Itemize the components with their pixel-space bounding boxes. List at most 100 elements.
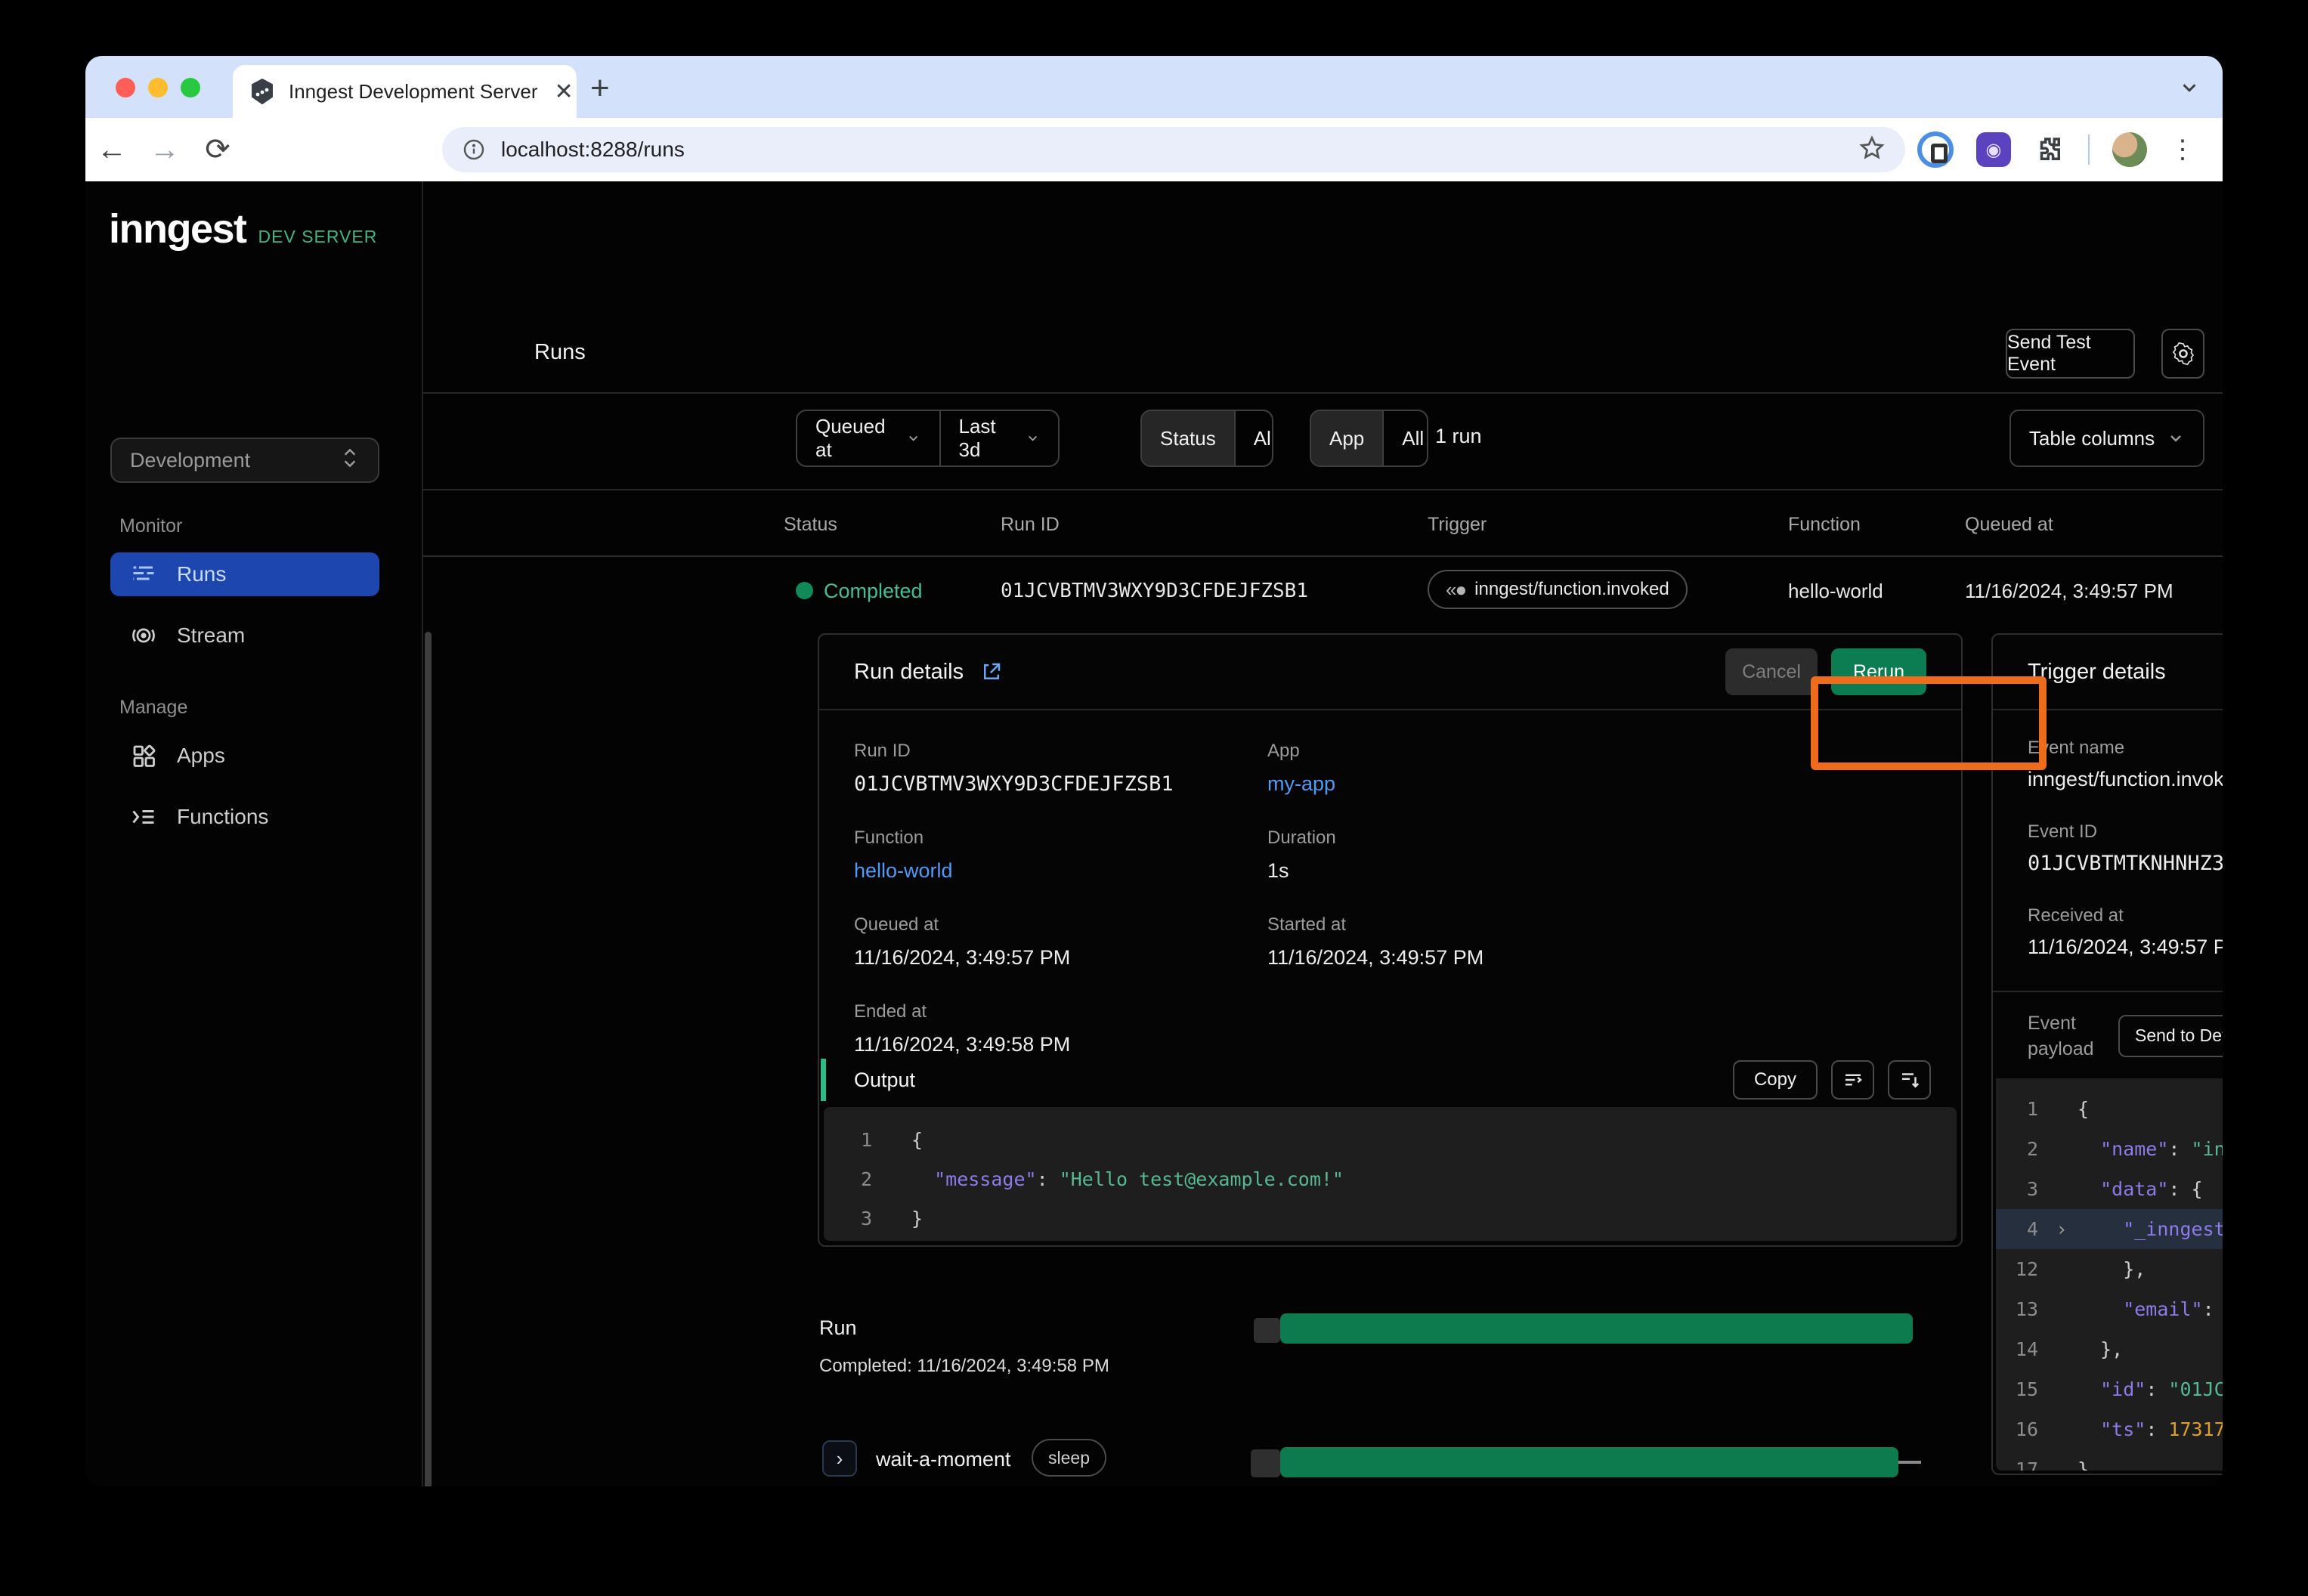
apps-icon xyxy=(130,742,157,769)
main-scrollbar[interactable] xyxy=(425,632,432,1486)
extension-icon[interactable]: ◉ xyxy=(1976,132,2011,167)
send-test-event-button[interactable]: Send Test Event xyxy=(2006,329,2135,379)
code-line: 15 "id": "01JCVBTMTKR41S8STTKEXSKX6C", xyxy=(1996,1369,2223,1409)
code-line: 1 { xyxy=(824,1121,1957,1160)
profile-avatar[interactable] xyxy=(2112,132,2147,167)
code-token: 1731790197587 xyxy=(2168,1409,2223,1449)
settings-gear-button[interactable] xyxy=(2161,329,2204,379)
send-to-dev-server-button[interactable]: Send to Dev Server xyxy=(2118,1015,2223,1057)
table-columns-label: Table columns xyxy=(2029,427,2155,450)
forward-button[interactable]: → xyxy=(138,133,191,167)
app-filter-label: App xyxy=(1311,411,1382,466)
run-count: 1 run xyxy=(1435,425,1482,448)
col-queued-at: Queued at xyxy=(1965,514,2053,536)
fullscreen-window-button[interactable] xyxy=(181,78,200,97)
code-line: 4› "_inngest": {⋯ xyxy=(1996,1209,2223,1249)
sidebar-item-runs[interactable]: Runs xyxy=(110,552,379,596)
row-status: Completed xyxy=(824,580,923,603)
line-number: 3 xyxy=(824,1199,880,1239)
code-token: : { xyxy=(2168,1169,2202,1209)
stream-icon xyxy=(130,622,157,649)
url-text: localhost:8288/runs xyxy=(501,138,685,162)
line-number: 13 xyxy=(1996,1289,2046,1329)
fold-gutter xyxy=(880,1121,911,1160)
fold-gutter xyxy=(2046,1129,2078,1169)
browser-window: Inngest Development Server ✕ + ← → ⟳ loc… xyxy=(85,56,2223,1486)
trigger-detail-field: Received at11/16/2024, 3:49:57 PM xyxy=(2028,905,2223,959)
sidebar-item-functions[interactable]: Functions xyxy=(110,795,379,839)
line-number: 14 xyxy=(1996,1329,2046,1369)
time-filter[interactable]: Queued at Last 3d xyxy=(796,410,1060,467)
new-tab-button[interactable]: + xyxy=(590,70,610,107)
word-wrap-icon[interactable] xyxy=(1831,1060,1874,1100)
tab-close-icon[interactable]: ✕ xyxy=(552,79,577,105)
close-window-button[interactable] xyxy=(116,78,135,97)
code-line: 16 "ts": 1731790197587 xyxy=(1996,1409,2223,1449)
sidebar-item-label: Stream xyxy=(177,623,245,648)
filters-divider xyxy=(423,489,2223,490)
run-detail-field: Appmy-app xyxy=(1267,741,1926,796)
field-value-link[interactable]: my-app xyxy=(1267,772,1926,796)
tab-search-chevron-icon[interactable] xyxy=(2173,73,2206,103)
code-token: "01JCVBTMTKR41S8STTKEXSKX6C" xyxy=(2168,1369,2223,1409)
back-button[interactable]: ← xyxy=(85,133,138,167)
step-timeline-bar[interactable] xyxy=(1280,1447,1898,1477)
code-line: 12 }, xyxy=(1996,1249,2223,1289)
row-queued-at: 11/16/2024, 3:49:57 PM xyxy=(1965,580,2173,603)
line-number: 2 xyxy=(824,1160,880,1199)
status-filter-value[interactable]: All xyxy=(1234,411,1273,466)
output-accent-bar xyxy=(821,1059,826,1101)
app-filter[interactable]: App All xyxy=(1310,410,1428,467)
sidebar-item-label: Functions xyxy=(177,805,268,829)
table-columns-button[interactable]: Table columns xyxy=(2009,410,2204,467)
status-filter[interactable]: Status All xyxy=(1140,410,1273,467)
expand-lines-icon[interactable] xyxy=(1888,1060,1931,1100)
run-details-fields: Run ID01JCVBTMV3WXY9D3CFDEJFZSB1Appmy-ap… xyxy=(819,710,1961,1059)
step-expand-chevron[interactable]: › xyxy=(822,1440,857,1477)
minimize-window-button[interactable] xyxy=(148,78,168,97)
browser-tab[interactable]: Inngest Development Server ✕ xyxy=(233,65,577,118)
payload-code-block[interactable]: 1 {2 "name": "inngest/function.invoked",… xyxy=(1996,1078,2223,1471)
fold-chevron-icon[interactable]: › xyxy=(2046,1209,2078,1249)
code-token: "Hello test@example.com!" xyxy=(1060,1160,1344,1199)
sidebar-item-stream[interactable]: Stream xyxy=(110,614,379,657)
timeline-run-label: Run xyxy=(819,1316,857,1340)
cancel-button[interactable]: Cancel xyxy=(1725,648,1818,695)
sidebar-item-apps[interactable]: Apps xyxy=(110,734,379,778)
trigger-details-fields: Event nameinngest/function.invokedEvent … xyxy=(1993,710,2223,989)
toolbar-divider xyxy=(2088,135,2090,165)
status-filter-label: Status xyxy=(1142,411,1234,466)
trigger-pill[interactable]: «● inngest/function.invoked xyxy=(1428,570,1688,609)
address-bar[interactable]: localhost:8288/runs xyxy=(442,127,1905,172)
browser-menu-icon[interactable]: ⋮ xyxy=(2170,135,2195,165)
time-range-select[interactable]: Last 3d xyxy=(939,411,1058,466)
field-value: 11/16/2024, 3:49:57 PM xyxy=(2028,936,2223,959)
field-label: Queued at xyxy=(854,914,1267,936)
rerun-button[interactable]: Rerun xyxy=(1831,648,1926,695)
field-value-link[interactable]: hello-world xyxy=(854,859,1267,883)
reload-button[interactable]: ⟳ xyxy=(191,132,244,167)
run-timeline-bar[interactable] xyxy=(1280,1313,1913,1344)
code-token: { xyxy=(2078,1089,2089,1129)
field-label: Event name xyxy=(2028,738,2223,759)
copy-output-button[interactable]: Copy xyxy=(1733,1060,1818,1100)
bookmark-star-icon[interactable] xyxy=(1858,135,1886,162)
field-label: Run ID xyxy=(854,741,1267,762)
run-detail-field: Queued at11/16/2024, 3:49:57 PM xyxy=(854,914,1267,970)
code-token: "id" xyxy=(2078,1369,2146,1409)
password-extension-icon[interactable] xyxy=(1917,131,1954,168)
time-field-select[interactable]: Queued at xyxy=(797,411,939,466)
environment-select[interactable]: Development xyxy=(110,438,379,483)
output-code-block[interactable]: 1 {2 "message": "Hello test@example.com!… xyxy=(824,1107,1957,1241)
code-line: 13 "email": "test@example.com" xyxy=(1996,1289,2223,1329)
extensions-puzzle-icon[interactable] xyxy=(2034,134,2065,165)
site-info-icon[interactable] xyxy=(462,138,486,162)
gear-icon xyxy=(2170,341,2196,367)
app-filter-value[interactable]: All xyxy=(1382,411,1428,466)
field-label: Event ID xyxy=(2028,821,2223,843)
run-details-panel: Run details Cancel Rerun Run ID01JCVBTMV… xyxy=(818,633,1963,1247)
code-token: : xyxy=(1037,1160,1060,1199)
col-function: Function xyxy=(1788,514,1861,536)
code-token: "inngest/function.invoked" xyxy=(2192,1129,2223,1169)
external-link-icon[interactable] xyxy=(980,660,1003,683)
